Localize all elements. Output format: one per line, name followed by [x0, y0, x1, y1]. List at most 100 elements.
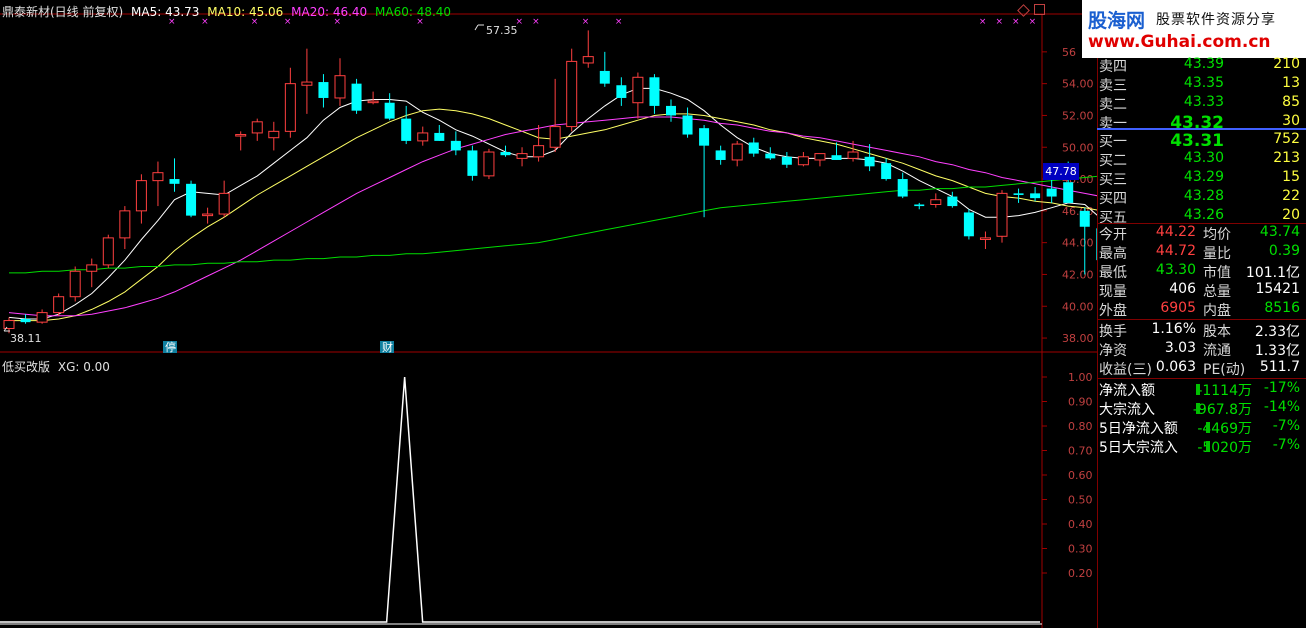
candle — [582, 30, 594, 68]
candle — [135, 174, 147, 224]
indicator-title[interactable]: 低买改版 — [2, 360, 50, 374]
price-tick-label: 54.00 — [1062, 78, 1094, 91]
panel-divider — [1097, 0, 1098, 628]
candle — [284, 67, 296, 138]
flow-row: 5日大宗流入 -5020万 -7% — [1099, 437, 1300, 456]
candle — [533, 124, 545, 162]
candle — [69, 266, 81, 302]
indicator-tick-label: 1.00 — [1068, 371, 1093, 384]
candle — [947, 191, 958, 208]
indicator-tick-label: 0.50 — [1068, 494, 1093, 507]
candle — [814, 153, 826, 167]
marker-x: × — [995, 17, 1003, 27]
bid-ask-divider — [1097, 128, 1306, 130]
candle — [86, 258, 98, 288]
ask-row: 卖四 43.39 210 — [1099, 56, 1300, 75]
price-tick-label: 52.00 — [1062, 109, 1094, 122]
price-tick-label: 44.00 — [1062, 237, 1094, 250]
candle — [699, 124, 710, 218]
marker-x: × — [1012, 17, 1020, 27]
flow-row: 5日净流入额 -4469万 -7% — [1099, 418, 1300, 437]
candle — [847, 140, 859, 162]
flow-divider — [1097, 378, 1306, 379]
candle — [666, 99, 676, 122]
flow-bar — [1196, 403, 1200, 414]
candle — [218, 180, 230, 218]
candle — [102, 234, 114, 269]
stat-row: 外盘 6905 内盘 8516 — [1099, 300, 1300, 319]
candle — [467, 145, 478, 181]
candle — [318, 74, 329, 108]
fin-row: 收益(三) 0.063 PE(动) 511.7 — [1099, 359, 1300, 378]
candle — [500, 145, 511, 157]
candle — [599, 51, 610, 87]
indicator-tick-label: 0.40 — [1068, 518, 1093, 531]
candle — [483, 148, 495, 180]
candle — [881, 158, 892, 181]
price-tick-label: 38.00 — [1062, 332, 1094, 345]
price-tick-label: 50.00 — [1062, 141, 1094, 154]
marker-x: × — [582, 17, 590, 27]
kline-chart[interactable]: 5654.0052.0050.0048.0046.0044.0042.0040.… — [0, 0, 1097, 628]
candle — [169, 158, 180, 192]
tag-suspend: 停 — [165, 340, 176, 354]
candle — [1030, 187, 1041, 202]
candle — [367, 91, 379, 105]
ma10-readout: MA10: 45.06 — [207, 5, 284, 19]
candle — [401, 105, 412, 145]
candle — [186, 180, 197, 218]
candle — [765, 147, 776, 160]
candle — [914, 202, 925, 210]
flow-row: 大宗流入 -967.8万 -14% — [1099, 399, 1300, 418]
candle — [516, 147, 528, 167]
indicator-header: 低买改版 XG: 0.00 — [2, 358, 110, 375]
ma60-readout: MA60: 48.40 — [375, 5, 452, 19]
fin-row: 换手 1.16% 股本 2.33亿 — [1099, 321, 1300, 340]
candle — [384, 93, 395, 121]
candle — [549, 78, 561, 153]
fin-row: 净资 3.03 流通 1.33亿 — [1099, 340, 1300, 359]
bid-row: 买四 43.28 22 — [1099, 188, 1300, 207]
xg-signal-line — [0, 376, 1040, 623]
candle — [152, 161, 164, 207]
candle — [20, 314, 31, 324]
candle — [417, 126, 429, 146]
candle — [1013, 188, 1024, 203]
stat-row: 今开 44.22 均价 43.74 — [1099, 224, 1300, 243]
marker-x: × — [532, 17, 540, 27]
candle — [53, 293, 65, 316]
bid-row: 买二 43.30 213 — [1099, 150, 1300, 169]
stock-title[interactable]: 鼎泰新材(日线 前复权) — [2, 5, 123, 19]
candle — [897, 172, 908, 199]
candle — [748, 137, 759, 157]
price-tick-label: 42.00 — [1062, 268, 1094, 281]
candle — [616, 77, 627, 106]
site-banner[interactable]: 股海网 股票软件资源分享 www.Guhai.com.cn — [1082, 0, 1306, 58]
xg-readout: XG: 0.00 — [57, 360, 110, 374]
price-tick-label: 40.00 — [1062, 300, 1094, 313]
marker-x: × — [1029, 17, 1037, 27]
candle — [268, 121, 280, 151]
indicator-tick-label: 0.90 — [1068, 396, 1093, 409]
chart-header: 鼎泰新材(日线 前复权) MA5: 43.73 MA10: 45.06 MA20… — [2, 3, 451, 20]
tag-finance: 财 — [382, 340, 393, 354]
scroll-square-icon[interactable] — [1034, 4, 1045, 15]
candle — [731, 140, 743, 167]
low-label: 38.11 — [10, 332, 42, 345]
ask-row: 卖二 43.33 85 — [1099, 94, 1300, 113]
banner-slogan: 股票软件资源分享 — [1156, 12, 1276, 28]
candle — [781, 152, 792, 168]
fin-divider — [1097, 319, 1306, 320]
marker-x: × — [979, 17, 987, 27]
current-price-tag: 47.78 — [1043, 163, 1079, 180]
stat-row: 现量 406 总量 15421 — [1099, 281, 1300, 300]
candle — [1046, 179, 1057, 203]
candle — [351, 78, 362, 114]
candle — [566, 48, 578, 132]
bid-row: 买一 43.31 752 — [1099, 131, 1300, 151]
candle — [119, 206, 131, 250]
indicator-tick-label: 0.30 — [1068, 543, 1093, 556]
indicator-tick-label: 0.60 — [1068, 469, 1093, 482]
high-label: 57.35 — [486, 24, 518, 37]
marker-x: × — [615, 17, 623, 27]
